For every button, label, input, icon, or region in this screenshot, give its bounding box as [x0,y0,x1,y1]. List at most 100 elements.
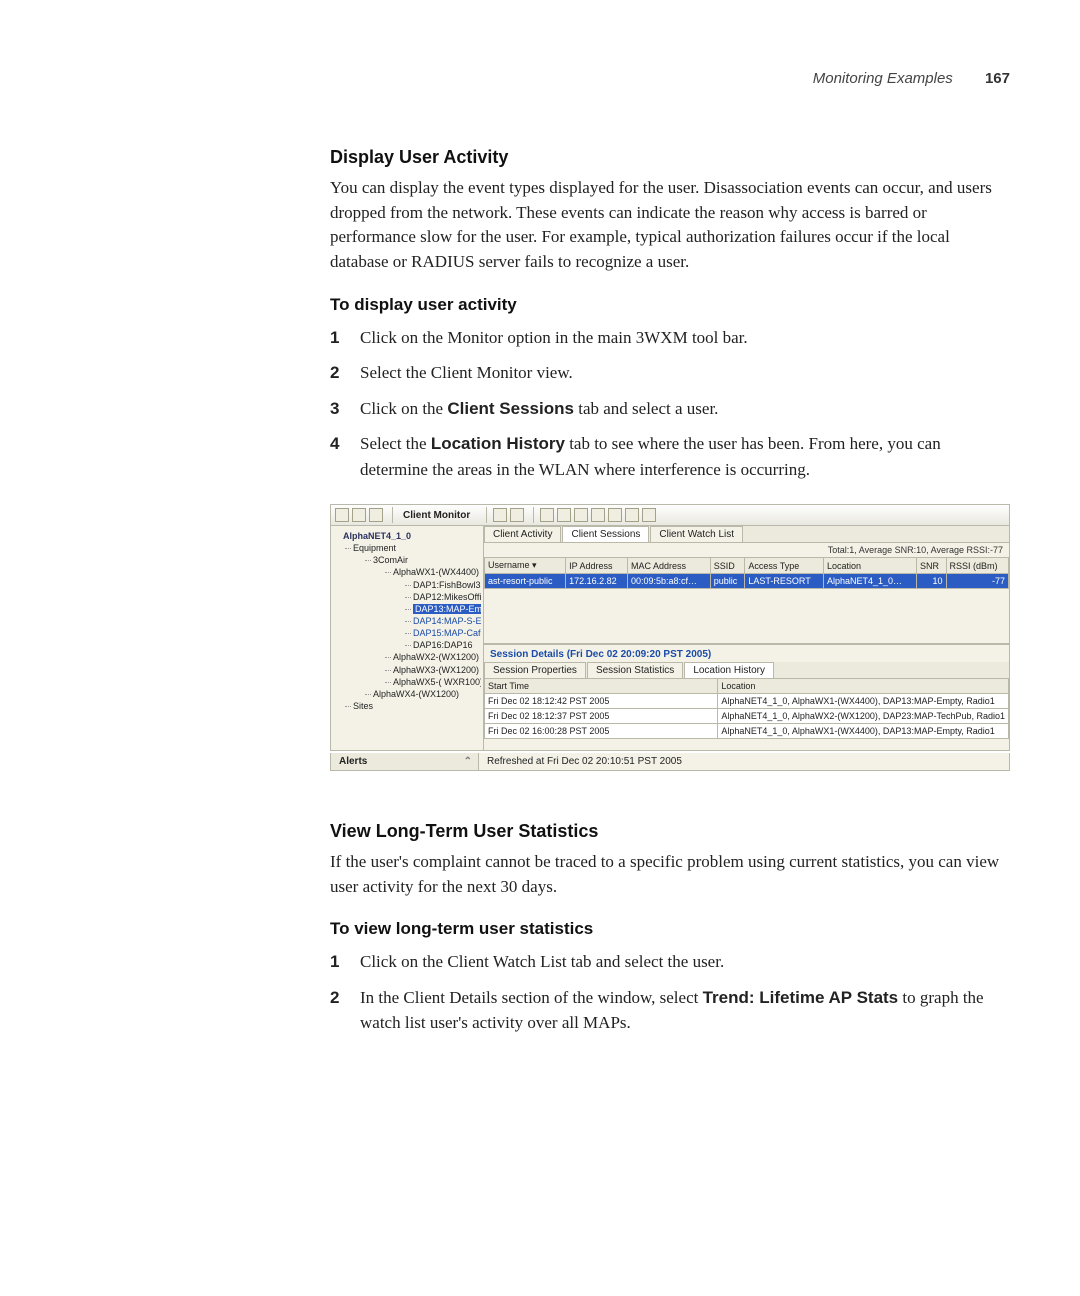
col-ip[interactable]: IP Address [566,558,628,574]
table-row[interactable]: Fri Dec 02 16:00:28 PST 2005 AlphaNET4_1… [485,724,1009,739]
col-location[interactable]: Location [824,558,917,574]
tab-client-watch-list[interactable]: Client Watch List [650,526,743,542]
tree-dap[interactable]: DAP16:DAP16 [405,639,481,651]
tab-session-statistics[interactable]: Session Statistics [587,662,683,678]
tree-dap[interactable]: DAP1:FishBowl352 [405,579,481,591]
step-4: Select the Location History tab to see w… [330,431,1010,482]
step-2-a: In the Client Details section of the win… [360,988,703,1007]
sessions-summary: Total:1, Average SNR:10, Average RSSI:-7… [484,543,1009,557]
table-row[interactable]: ast-resort-public 172.16.2.82 00:09:5b:a… [485,574,1009,589]
cell-location: AlphaNET4_1_0, AlphaWX1-(WX4400), DAP13:… [718,724,1009,739]
toolbar-icon[interactable] [557,508,571,522]
figure-toolbar: Client Monitor [330,504,1010,526]
step-4-a: Select the [360,434,431,453]
tab-client-sessions[interactable]: Client Sessions [562,526,649,542]
cell-start-time: Fri Dec 02 16:00:28 PST 2005 [485,724,718,739]
navigation-tree[interactable]: AlphaNET4_1_0 Equipment 3ComAir AlphaWX1… [331,526,484,750]
cell-snr: 10 [917,574,947,589]
col-snr[interactable]: SNR [917,558,947,574]
toolbar-separator [486,507,487,523]
tabs-session: Session Properties Session Statistics Lo… [484,662,1009,678]
alerts-collapse-icon[interactable]: ⌃ [464,756,472,767]
client-sessions-table[interactable]: Username ▾ IP Address MAC Address SSID A… [484,557,1009,589]
step-3-bold: Client Sessions [447,399,574,418]
tree-equipment[interactable]: Equipment 3ComAir AlphaWX1-(WX4400) DAP1… [345,542,481,700]
alerts-panel-header[interactable]: Alerts ⌃ [331,753,479,770]
tree-wx5[interactable]: AlphaWX5-( WXR100) [385,676,481,688]
location-history-table[interactable]: Start Time Location Fri Dec 02 18:12:42 … [484,678,1009,739]
col-rssi[interactable]: RSSI (dBm) [946,558,1008,574]
running-head-section: Monitoring Examples [813,70,953,87]
step-1: Click on the Monitor option in the main … [330,325,1010,351]
tree-dap[interactable]: DAP15:MAP-Cafe-Ext [405,627,481,639]
table-row[interactable]: Fri Dec 02 18:12:42 PST 2005 AlphaNET4_1… [485,694,1009,709]
cell-rssi: -77 [946,574,1008,589]
tree-wx3[interactable]: AlphaWX3-(WX1200) [385,664,481,676]
step-3-b: tab and select a user. [574,399,718,418]
toolbar-separator [392,507,393,523]
step-3: Click on the Client Sessions tab and sel… [330,396,1010,422]
cell-access: LAST-RESORT [745,574,824,589]
procedure-heading-long-term-stats: To view long-term user statistics [330,919,1010,939]
toolbar-back-icon[interactable] [493,508,507,522]
toolbar-title: Client Monitor [403,510,470,521]
procedure-steps: Click on the Client Watch List tab and s… [330,949,1010,1036]
tabs-top: Client Activity Client Sessions Client W… [484,526,1009,543]
intro-paragraph: If the user's complaint cannot be traced… [330,850,1010,899]
tree-sites[interactable]: Sites [345,700,481,712]
intro-paragraph: You can display the event types displaye… [330,176,1010,275]
tree-dap[interactable]: DAP12:MikesOffice [405,591,481,603]
tree-dap[interactable]: DAP14:MAP-S-Empty [405,615,481,627]
step-3-a: Click on the [360,399,447,418]
procedure-heading-display-user-activity: To display user activity [330,295,1010,315]
cell-start-time: Fri Dec 02 18:12:42 PST 2005 [485,694,718,709]
toolbar-icon[interactable] [369,508,383,522]
col-username[interactable]: Username ▾ [485,558,566,574]
tree-3comair[interactable]: 3ComAir AlphaWX1-(WX4400) DAP1:FishBowl3… [365,554,481,688]
procedure-steps: Click on the Monitor option in the main … [330,325,1010,483]
tree-wx1[interactable]: AlphaWX1-(WX4400) DAP1:FishBowl352 DAP12… [385,566,481,651]
cell-start-time: Fri Dec 02 18:12:37 PST 2005 [485,709,718,724]
toolbar-icon[interactable] [642,508,656,522]
step-1: Click on the Client Watch List tab and s… [330,949,1010,975]
cell-location: AlphaNET4_1_0, AlphaWX2-(WX1200), DAP23:… [718,709,1009,724]
figure-client-monitor: Client Monitor AlphaNET4_1_0 Equipment 3… [330,504,1010,771]
tree-dap-selected[interactable]: DAP13:MAP-Empty [405,603,481,615]
page-header: Monitoring Examples 167 [70,70,1010,87]
cell-location: AlphaNET4_1_0… [824,574,917,589]
tree-root[interactable]: AlphaNET4_1_0 [333,530,481,542]
toolbar-icon[interactable] [591,508,605,522]
alerts-bar: Alerts ⌃ Refreshed at Fri Dec 02 20:10:5… [330,753,1010,771]
toolbar-icon[interactable] [540,508,554,522]
col-location[interactable]: Location [718,679,1009,694]
alerts-status-text: Refreshed at Fri Dec 02 20:10:51 PST 200… [479,753,1009,770]
cell-location: AlphaNET4_1_0, AlphaWX1-(WX4400), DAP13:… [718,694,1009,709]
tab-location-history[interactable]: Location History [684,662,774,678]
step-2: Select the Client Monitor view. [330,360,1010,386]
cell-ip: 172.16.2.82 [566,574,628,589]
cell-username: ast-resort-public [485,574,566,589]
alerts-label-text: Alerts [339,756,367,767]
col-mac[interactable]: MAC Address [627,558,710,574]
toolbar-icon[interactable] [625,508,639,522]
running-head-page-number: 167 [985,70,1010,87]
toolbar-icon[interactable] [335,508,349,522]
tree-wx2[interactable]: AlphaWX2-(WX1200) [385,651,481,663]
step-4-bold: Location History [431,434,565,453]
toolbar-icon[interactable] [352,508,366,522]
section-heading-long-term-stats: View Long-Term User Statistics [330,821,1010,842]
table-row[interactable]: Fri Dec 02 18:12:37 PST 2005 AlphaNET4_1… [485,709,1009,724]
step-2-bold: Trend: Lifetime AP Stats [703,988,899,1007]
toolbar-icon[interactable] [574,508,588,522]
col-start-time[interactable]: Start Time [485,679,718,694]
section-heading-display-user-activity: Display User Activity [330,147,1010,168]
session-details-title: Session Details (Fri Dec 02 20:09:20 PST… [484,644,1009,662]
tab-client-activity[interactable]: Client Activity [484,526,561,542]
toolbar-forward-icon[interactable] [510,508,524,522]
toolbar-icon[interactable] [608,508,622,522]
tree-wx4[interactable]: AlphaWX4-(WX1200) [365,688,481,700]
tab-session-properties[interactable]: Session Properties [484,662,586,678]
col-access-type[interactable]: Access Type [745,558,824,574]
step-2: In the Client Details section of the win… [330,985,1010,1036]
col-ssid[interactable]: SSID [710,558,745,574]
